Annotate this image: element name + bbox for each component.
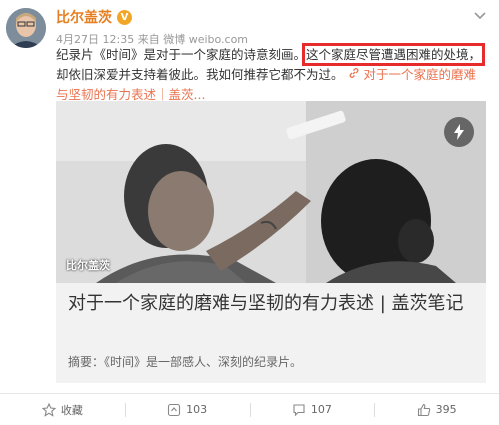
image-watermark: 比尔盖茨	[66, 259, 110, 272]
author-row: 比尔盖茨 V	[56, 6, 132, 28]
author-name[interactable]: 比尔盖茨	[56, 7, 112, 27]
highlighted-text: 这个家庭尽管遭遇困难的处境，	[302, 43, 486, 66]
link-icon[interactable]	[348, 67, 364, 82]
article-title[interactable]: 对于一个家庭的磨难与坚韧的有力表述 | 盖茨笔记	[68, 291, 476, 317]
lightning-icon[interactable]	[444, 117, 474, 147]
article-image: 比尔盖茨	[56, 101, 486, 283]
like-button[interactable]: 395	[374, 394, 499, 425]
star-icon	[41, 402, 56, 417]
like-count: 395	[435, 403, 457, 416]
comment-icon	[292, 403, 306, 417]
post-text-start: 纪录片《时间》是对于一个家庭的诗意刻画。	[56, 47, 307, 62]
avatar[interactable]	[6, 8, 46, 48]
thumbs-up-icon	[417, 403, 431, 417]
comment-count: 107	[310, 403, 332, 416]
chevron-down-icon[interactable]	[473, 8, 487, 22]
favorite-button[interactable]: 收藏	[0, 394, 125, 425]
article-card[interactable]: 比尔盖茨 对于一个家庭的磨难与坚韧的有力表述 | 盖茨笔记 摘要：《时间》是一部…	[56, 101, 486, 383]
repost-icon	[167, 403, 181, 417]
favorite-label: 收藏	[60, 403, 83, 417]
comment-button[interactable]: 107	[249, 394, 375, 425]
action-bar: 收藏 103 107 395	[0, 394, 499, 425]
repost-count: 103	[186, 403, 208, 416]
post-text-end: 却依旧深爱并支持着彼此。我如何推荐它都不为过。	[56, 67, 344, 82]
article-summary: 摘要：《时间》是一部感人、深刻的纪录片。	[68, 355, 303, 369]
repost-button[interactable]: 103	[124, 394, 250, 425]
verified-badge: V	[117, 9, 132, 25]
post-text: 纪录片《时间》是对于一个家庭的诗意刻画。这个家庭尽管遭遇困难的处境，却依旧深爱并…	[56, 43, 488, 105]
